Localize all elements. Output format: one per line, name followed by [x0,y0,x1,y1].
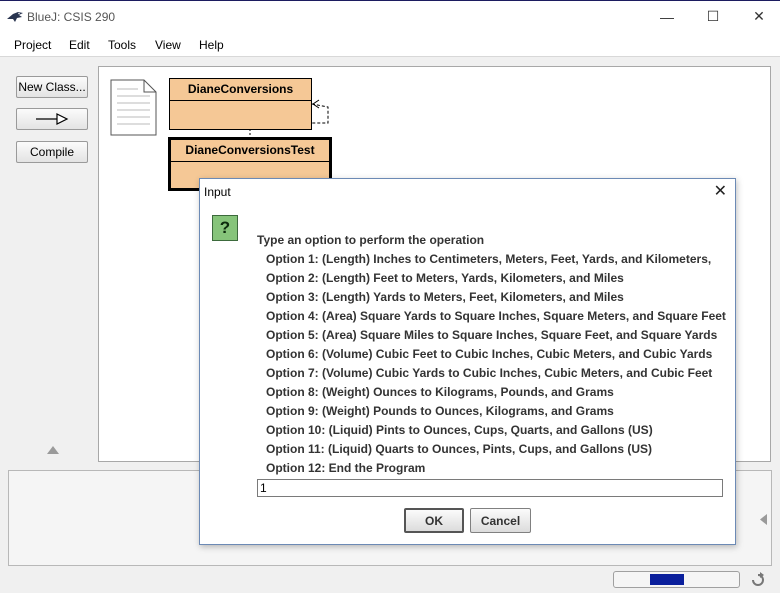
menu-project[interactable]: Project [14,38,51,52]
option-line-8: Option 8: (Weight) Ounces to Kilograms, … [266,385,614,399]
class-name: DianeConversionsTest [185,143,315,157]
option-line-7: Option 7: (Volume) Cubic Yards to Cubic … [266,366,713,380]
menu-view[interactable]: View [155,38,181,52]
new-class-button[interactable]: New Class... [16,76,88,98]
option-line-5: Option 5: (Area) Square Miles to Square … [266,328,718,342]
prompt-text: Type an option to perform the operation [257,233,485,247]
class-divider [170,100,311,101]
menu-help[interactable]: Help [199,38,224,52]
dialog-close-icon[interactable]: ✕ [714,181,727,201]
activity-bar-fill [650,574,684,585]
question-icon: ? [212,215,238,241]
option-line-12: Option 12: End the Program [266,461,426,475]
option-line-4: Option 4: (Area) Square Yards to Square … [266,309,726,323]
uses-connector-line [249,129,251,137]
title-bar: BlueJ: CSIS 290 — ☐ ✕ [0,1,780,33]
class-box-dianeconversions[interactable]: DianeConversions [169,78,312,130]
new-inheritance-arrow-button[interactable] [16,108,88,130]
minimize-icon: — [660,8,674,25]
option-line-1: Option 1: (Length) Inches to Centimeters… [266,252,712,266]
class-divider [171,161,329,162]
compile-button[interactable]: Compile [16,141,88,163]
reset-machine-icon[interactable] [749,571,767,589]
menu-edit[interactable]: Edit [69,38,90,52]
dialog-title: Input [204,185,231,199]
window-title: BlueJ: CSIS 290 [27,10,116,24]
option-line-3: Option 3: (Length) Yards to Meters, Feet… [266,290,624,304]
option-input-field[interactable] [257,479,723,497]
option-line-11: Option 11: (Liquid) Quarts to Ounces, Pi… [266,442,653,456]
expand-up-icon[interactable] [46,445,60,455]
readme-document-icon[interactable] [110,79,158,137]
cancel-button[interactable]: Cancel [470,508,531,533]
option-line-9: Option 9: (Weight) Pounds to Ounces, Kil… [266,404,614,418]
collapse-left-icon[interactable] [759,513,768,526]
input-dialog: Input ✕ ? Type an option to perform the … [199,178,736,545]
maximize-button[interactable]: ☐ [690,1,736,32]
bluej-bird-icon [7,12,23,22]
class-name: DianeConversions [187,82,294,96]
ok-button[interactable]: OK [404,508,464,533]
close-window-button[interactable]: ✕ [736,1,780,32]
menu-tools[interactable]: Tools [108,38,136,52]
option-line-2: Option 2: (Length) Feet to Meters, Yards… [266,271,624,285]
option-line-10: Option 10: (Liquid) Pints to Ounces, Cup… [266,423,653,437]
minimize-button[interactable]: — [644,1,690,32]
option-line-6: Option 6: (Volume) Cubic Feet to Cubic I… [266,347,713,361]
maximize-icon: ☐ [706,8,720,24]
menu-bar: Project Edit Tools View Help [0,33,780,57]
inheritance-arrow-icon [36,113,69,125]
dependency-arrow-icon [311,99,329,124]
close-icon: ✕ [753,8,765,24]
machine-activity-indicator [613,571,740,588]
